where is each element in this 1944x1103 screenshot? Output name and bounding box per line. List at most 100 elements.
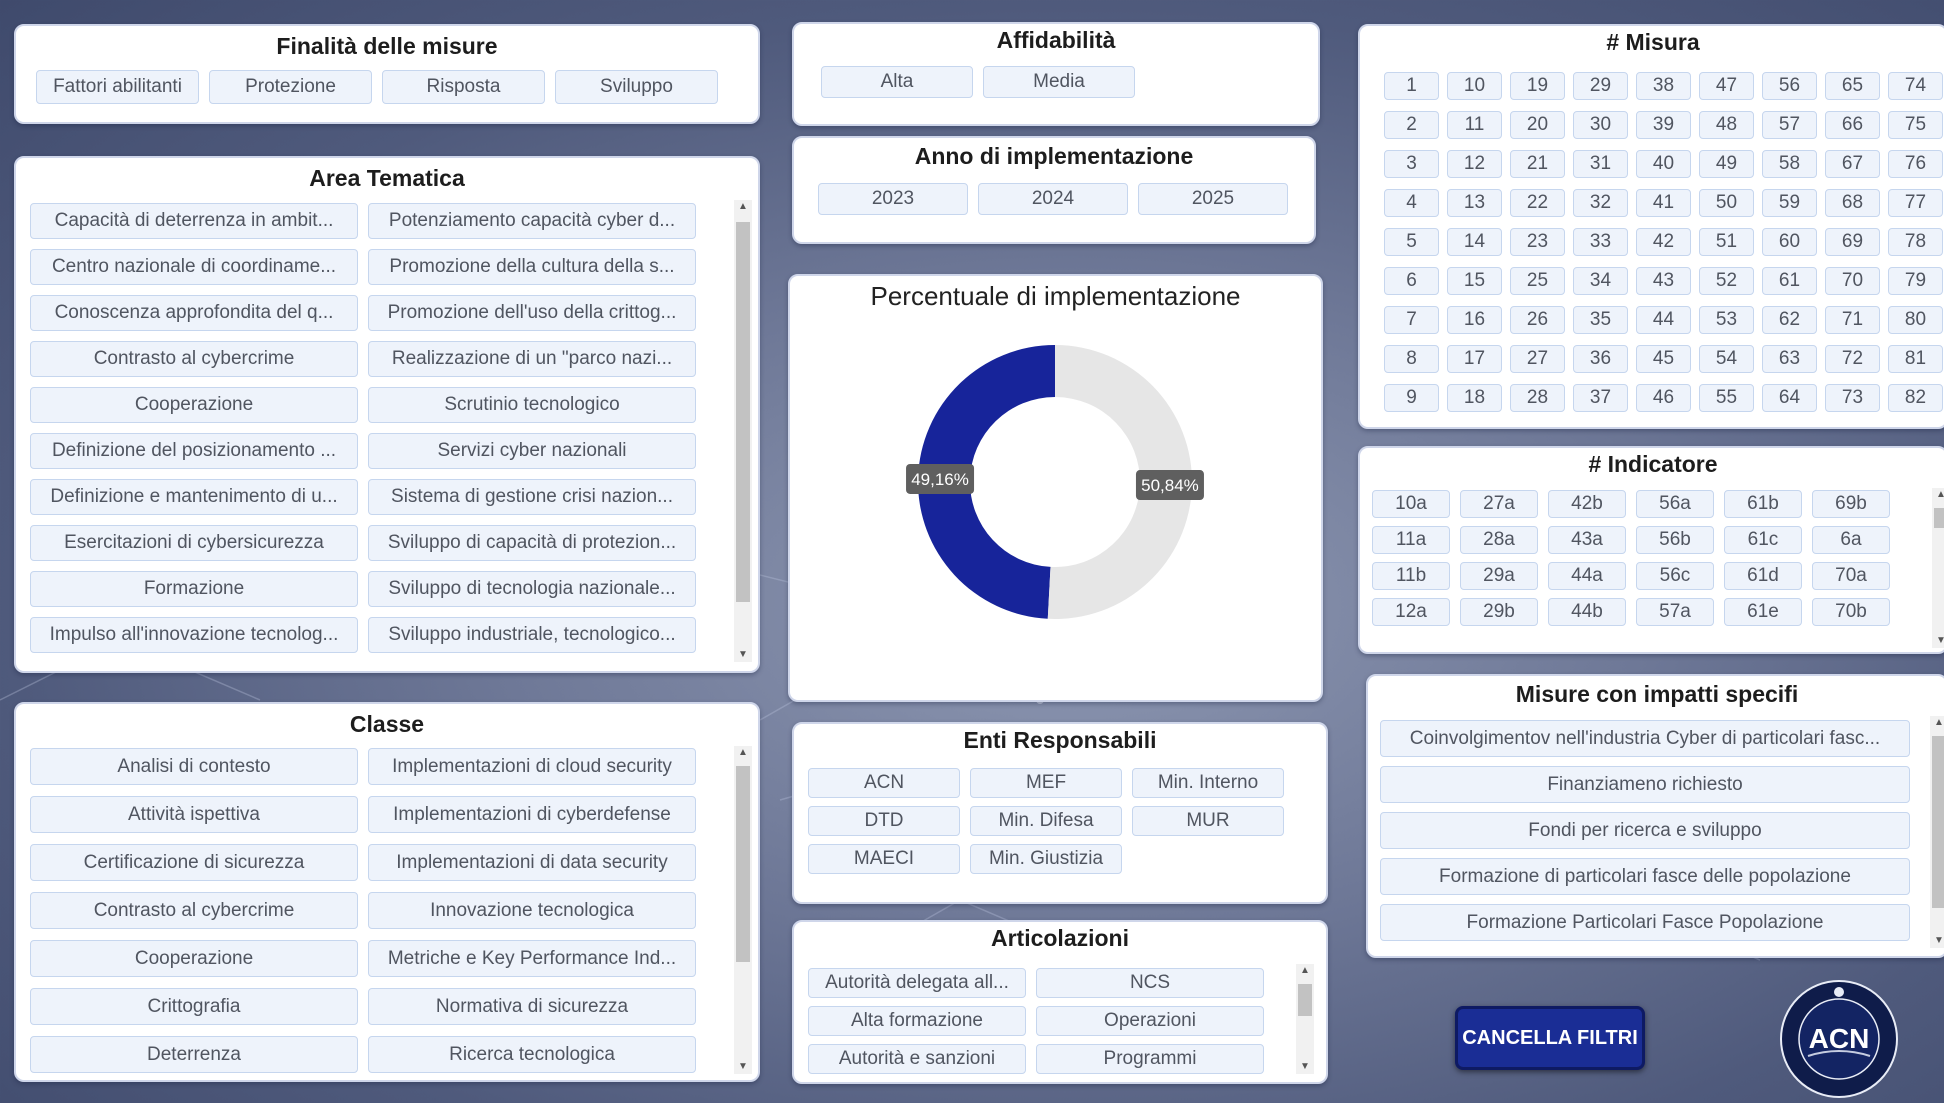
area-tematica-option[interactable]: Sviluppo di capacità di protezion... [368, 525, 696, 561]
scroll-up-icon[interactable]: ▲ [734, 200, 752, 214]
misura-option[interactable]: 38 [1636, 72, 1691, 100]
indicatore-option[interactable]: 12a [1372, 598, 1450, 626]
articolazioni-scrollbar[interactable]: ▲ ▼ [1296, 964, 1314, 1074]
indicatore-option[interactable]: 56c [1636, 562, 1714, 590]
scroll-up-icon[interactable]: ▲ [1296, 964, 1314, 978]
misura-option[interactable]: 65 [1825, 72, 1880, 100]
misura-option[interactable]: 17 [1447, 345, 1502, 373]
misura-option[interactable]: 3 [1384, 150, 1439, 178]
area-tematica-option[interactable]: Capacità di deterrenza in ambit... [30, 203, 358, 239]
indicatore-scrollbar[interactable]: ▲ ▼ [1932, 488, 1944, 648]
misura-option[interactable]: 66 [1825, 111, 1880, 139]
classe-option[interactable]: Implementazioni di data security [368, 844, 696, 881]
misura-option[interactable]: 53 [1699, 306, 1754, 334]
enti-option[interactable]: DTD [808, 806, 960, 836]
scroll-thumb[interactable] [736, 766, 750, 962]
misura-option[interactable]: 69 [1825, 228, 1880, 256]
misura-option[interactable]: 35 [1573, 306, 1628, 334]
anno-option[interactable]: 2025 [1138, 183, 1288, 215]
misura-option[interactable]: 13 [1447, 189, 1502, 217]
misura-option[interactable]: 18 [1447, 384, 1502, 412]
articolazioni-option[interactable]: Autorità e sanzioni [808, 1044, 1026, 1074]
classe-option[interactable]: Implementazioni di cyberdefense [368, 796, 696, 833]
articolazioni-option[interactable]: Programmi [1036, 1044, 1264, 1074]
finalita-option[interactable]: Fattori abilitanti [36, 70, 199, 104]
area-tematica-scrollbar[interactable]: ▲ ▼ [734, 200, 752, 662]
scroll-down-icon[interactable]: ▼ [1932, 634, 1944, 648]
misura-option[interactable]: 79 [1888, 267, 1943, 295]
misura-option[interactable]: 37 [1573, 384, 1628, 412]
finalita-option[interactable]: Risposta [382, 70, 545, 104]
misura-option[interactable]: 64 [1762, 384, 1817, 412]
anno-option[interactable]: 2023 [818, 183, 968, 215]
area-tematica-option[interactable]: Impulso all'innovazione tecnolog... [30, 617, 358, 653]
misura-option[interactable]: 51 [1699, 228, 1754, 256]
enti-option[interactable]: MEF [970, 768, 1122, 798]
classe-option[interactable]: Normativa di sicurezza [368, 988, 696, 1025]
scroll-up-icon[interactable]: ▲ [1932, 488, 1944, 502]
area-tematica-option[interactable]: Definizione e mantenimento di u... [30, 479, 358, 515]
indicatore-option[interactable]: 29a [1460, 562, 1538, 590]
impatti-option[interactable]: Formazione di particolari fasce delle po… [1380, 858, 1910, 895]
misura-option[interactable]: 4 [1384, 189, 1439, 217]
misura-option[interactable]: 19 [1510, 72, 1565, 100]
scroll-down-icon[interactable]: ▼ [1296, 1060, 1314, 1074]
impatti-option[interactable]: Coinvolgimentov nell'industria Cyber di … [1380, 720, 1910, 757]
impatti-option[interactable]: Finanziameno richiesto [1380, 766, 1910, 803]
scroll-thumb[interactable] [1934, 508, 1944, 528]
misura-option[interactable]: 54 [1699, 345, 1754, 373]
misura-option[interactable]: 72 [1825, 345, 1880, 373]
misura-option[interactable]: 77 [1888, 189, 1943, 217]
misura-option[interactable]: 47 [1699, 72, 1754, 100]
misura-option[interactable]: 71 [1825, 306, 1880, 334]
classe-option[interactable]: Cooperazione [30, 940, 358, 977]
misura-option[interactable]: 32 [1573, 189, 1628, 217]
scroll-down-icon[interactable]: ▼ [1930, 934, 1944, 948]
misura-option[interactable]: 12 [1447, 150, 1502, 178]
indicatore-option[interactable]: 61d [1724, 562, 1802, 590]
classe-option[interactable]: Implementazioni di cloud security [368, 748, 696, 785]
indicatore-option[interactable]: 56b [1636, 526, 1714, 554]
misura-option[interactable]: 22 [1510, 189, 1565, 217]
misura-option[interactable]: 62 [1762, 306, 1817, 334]
classe-option[interactable]: Certificazione di sicurezza [30, 844, 358, 881]
indicatore-option[interactable]: 43a [1548, 526, 1626, 554]
articolazioni-option[interactable]: Operazioni [1036, 1006, 1264, 1036]
classe-option[interactable]: Deterrenza [30, 1036, 358, 1073]
area-tematica-option[interactable]: Realizzazione di un "parco nazi... [368, 341, 696, 377]
misura-option[interactable]: 43 [1636, 267, 1691, 295]
misura-option[interactable]: 36 [1573, 345, 1628, 373]
indicatore-option[interactable]: 70b [1812, 598, 1890, 626]
scroll-up-icon[interactable]: ▲ [1930, 716, 1944, 730]
misura-option[interactable]: 49 [1699, 150, 1754, 178]
misura-option[interactable]: 73 [1825, 384, 1880, 412]
scroll-thumb[interactable] [1298, 984, 1312, 1016]
indicatore-option[interactable]: 56a [1636, 490, 1714, 518]
enti-option[interactable]: Min. Interno [1132, 768, 1284, 798]
misura-option[interactable]: 25 [1510, 267, 1565, 295]
finalita-option[interactable]: Sviluppo [555, 70, 718, 104]
misura-option[interactable]: 34 [1573, 267, 1628, 295]
classe-option[interactable]: Ricerca tecnologica [368, 1036, 696, 1073]
articolazioni-option[interactable]: NCS [1036, 968, 1264, 998]
area-tematica-option[interactable]: Promozione della cultura della s... [368, 249, 696, 285]
area-tematica-option[interactable]: Centro nazionale di coordiname... [30, 249, 358, 285]
misura-option[interactable]: 16 [1447, 306, 1502, 334]
indicatore-option[interactable]: 69b [1812, 490, 1890, 518]
misura-option[interactable]: 58 [1762, 150, 1817, 178]
classe-option[interactable]: Crittografia [30, 988, 358, 1025]
misura-option[interactable]: 6 [1384, 267, 1439, 295]
classe-option[interactable]: Analisi di contesto [30, 748, 358, 785]
misura-option[interactable]: 63 [1762, 345, 1817, 373]
articolazioni-option[interactable]: Autorità delegata all... [808, 968, 1026, 998]
misura-option[interactable]: 33 [1573, 228, 1628, 256]
impatti-scrollbar[interactable]: ▲ ▼ [1930, 716, 1944, 948]
misura-option[interactable]: 67 [1825, 150, 1880, 178]
indicatore-option[interactable]: 29b [1460, 598, 1538, 626]
indicatore-option[interactable]: 61e [1724, 598, 1802, 626]
indicatore-option[interactable]: 70a [1812, 562, 1890, 590]
misura-option[interactable]: 10 [1447, 72, 1502, 100]
misura-option[interactable]: 59 [1762, 189, 1817, 217]
area-tematica-option[interactable]: Contrasto al cybercrime [30, 341, 358, 377]
misura-option[interactable]: 26 [1510, 306, 1565, 334]
